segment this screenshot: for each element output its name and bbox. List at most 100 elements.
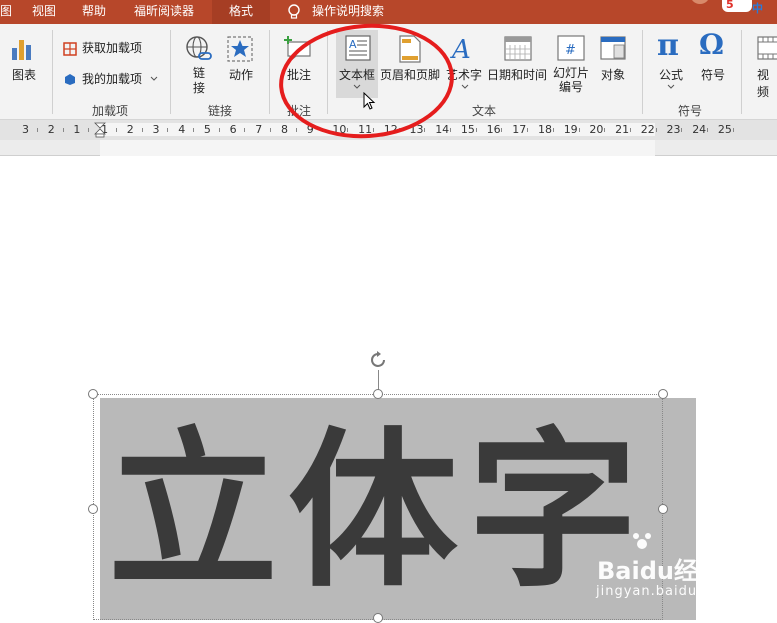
wordart-icon: A xyxy=(450,35,471,62)
ruler-tick xyxy=(295,128,297,132)
ruler-number: 2 xyxy=(47,123,55,136)
ruler-number: 7 xyxy=(255,123,263,136)
store-icon xyxy=(63,42,77,56)
link-button[interactable]: 链 接 xyxy=(190,66,208,96)
ime-lang-badge[interactable]: 中 xyxy=(752,0,763,16)
ribbon-tab-bar: 图 视图 帮助 福昕阅读器 格式 操作说明搜索 5 中 xyxy=(0,0,777,24)
ruler-number: 21 xyxy=(615,123,630,136)
ruler-tick xyxy=(115,128,117,132)
action-button[interactable]: 动作 xyxy=(224,66,258,83)
ruler-tick xyxy=(193,128,195,132)
lightbulb-icon xyxy=(288,4,300,19)
ruler-tick xyxy=(244,128,246,132)
ruler-tick xyxy=(270,128,272,132)
ruler-number: 3 xyxy=(22,123,29,136)
ruler-tick xyxy=(424,128,426,132)
video-button[interactable]: 视频 xyxy=(757,66,777,100)
group-label-addins: 加载项 xyxy=(91,104,128,118)
ruler-number: 6 xyxy=(229,123,237,136)
tab-view[interactable]: 视图 xyxy=(24,0,64,24)
calendar-icon xyxy=(504,36,532,61)
chevron-down-icon[interactable] xyxy=(461,84,469,90)
chevron-down-icon[interactable] xyxy=(150,76,158,82)
ruler-number: 3 xyxy=(152,123,160,136)
pi-icon: π xyxy=(657,28,679,63)
ruler-number: 2 xyxy=(126,123,134,136)
resize-handle-top-right[interactable] xyxy=(658,389,668,399)
ruler-tick xyxy=(527,128,529,132)
avatar[interactable] xyxy=(690,0,710,4)
ruler-tick xyxy=(141,128,143,132)
ruler-tick xyxy=(475,128,477,132)
link-label-line2: 接 xyxy=(192,81,205,95)
ruler-number: 22 xyxy=(640,123,655,136)
slide-number-label-line1: 幻灯片 xyxy=(552,66,589,80)
my-addins-button[interactable]: 我的加载项 xyxy=(82,68,142,90)
ruler-number: 19 xyxy=(563,123,578,136)
ruler-number: 4 xyxy=(178,123,186,136)
ruler-number: 8 xyxy=(281,123,288,136)
ruler-tick xyxy=(629,128,631,132)
tab-format[interactable]: 格式 xyxy=(212,0,270,24)
ime-badge[interactable]: 5 xyxy=(722,0,752,12)
ruler-tick xyxy=(450,128,452,132)
ruler-number: 5 xyxy=(203,123,211,136)
watermark-brand: Baidu经验 xyxy=(597,557,722,585)
chart-button[interactable]: 图表 xyxy=(6,66,42,83)
ruler-tick xyxy=(655,128,657,132)
ruler-tick xyxy=(707,128,709,132)
group-label-text: 文本 xyxy=(471,104,496,118)
resize-handle-bottom[interactable] xyxy=(373,613,383,623)
resize-handle-top[interactable] xyxy=(373,389,383,399)
ruler-number: 15 xyxy=(460,123,475,136)
action-star-icon xyxy=(227,36,253,62)
ruler-tick xyxy=(552,128,554,132)
ruler-number: 25 xyxy=(717,123,732,136)
ruler-tick xyxy=(681,128,683,132)
divider xyxy=(52,30,53,114)
ruler-tick xyxy=(578,128,580,132)
divider xyxy=(642,30,643,114)
object-icon xyxy=(600,36,626,60)
tell-me-search[interactable]: 操作说明搜索 xyxy=(312,0,384,24)
resize-handle-left[interactable] xyxy=(88,504,98,514)
chart-icon xyxy=(12,40,31,60)
slide-number-label-line2: 编号 xyxy=(558,80,583,94)
svg-text:#: # xyxy=(565,43,576,58)
ruler-tick xyxy=(36,128,38,132)
ruler-tick xyxy=(167,128,169,132)
link-label-line1: 链 xyxy=(192,66,205,80)
datetime-button[interactable]: 日期和时间 xyxy=(486,66,548,83)
ruler-number: 14 xyxy=(435,123,450,136)
symbol-button[interactable]: 符号 xyxy=(695,66,731,83)
divider xyxy=(170,30,171,114)
divider xyxy=(741,30,742,114)
ruler-number: 18 xyxy=(538,123,552,136)
rotate-handle-icon[interactable] xyxy=(368,350,388,370)
chevron-down-icon[interactable] xyxy=(667,84,675,90)
tab-prev[interactable]: 图 xyxy=(0,0,20,24)
group-label-links: 链接 xyxy=(207,104,232,118)
slide-number-icon: # xyxy=(557,35,585,61)
resize-handle-top-left[interactable] xyxy=(88,389,98,399)
indent-marker-icon[interactable] xyxy=(94,122,106,138)
ruler-number: 24 xyxy=(692,123,707,136)
tab-foxit[interactable]: 福昕阅读器 xyxy=(126,0,202,24)
divider xyxy=(269,30,270,114)
addins-icon xyxy=(65,74,75,85)
ruler-number: 17 xyxy=(512,123,527,136)
tab-help[interactable]: 帮助 xyxy=(74,0,114,24)
ruler-lower-strip xyxy=(0,140,777,156)
ruler-number: 1 xyxy=(73,123,81,136)
ruler-tick xyxy=(732,128,734,132)
ruler-tick xyxy=(218,128,220,132)
equation-button[interactable]: 公式 xyxy=(653,66,689,83)
get-addins-button[interactable]: 获取加载项 xyxy=(82,37,142,59)
object-button[interactable]: 对象 xyxy=(595,66,631,83)
resize-handle-right[interactable] xyxy=(658,504,668,514)
ruler-number: 16 xyxy=(486,123,501,136)
link-globe-icon xyxy=(186,36,212,60)
slide-number-button[interactable]: 幻灯片 编号 xyxy=(550,66,592,94)
ruler-number: 23 xyxy=(666,123,681,136)
ruler-tick xyxy=(62,128,64,132)
